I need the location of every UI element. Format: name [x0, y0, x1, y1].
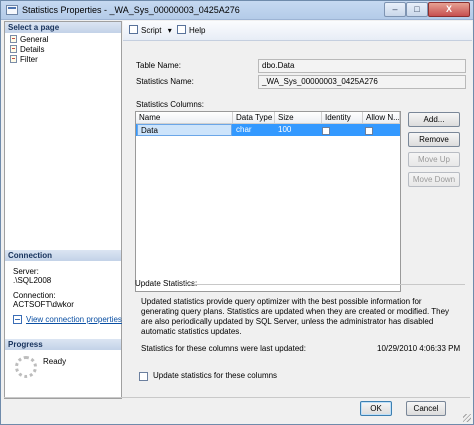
cancel-button[interactable]: Cancel [406, 401, 446, 416]
identity-checkbox[interactable] [322, 127, 330, 135]
connection-label: Connection: [13, 291, 56, 300]
chevron-down-icon[interactable]: ▾ [168, 26, 172, 35]
column-header-data-type[interactable]: Data Type [233, 112, 275, 124]
toolbar: Script ▾ Help [123, 21, 472, 41]
table-name-label: Table Name: [136, 61, 181, 70]
connection-heading: Connection [5, 250, 121, 261]
connection-value: ACTSOFT\dwkor [13, 300, 74, 309]
script-icon [129, 25, 138, 34]
cell-size[interactable]: 100 [275, 124, 322, 136]
window-icon [6, 5, 18, 15]
server-label: Server: [13, 267, 39, 276]
script-label: Script [141, 26, 162, 35]
help-button[interactable]: Help [177, 25, 205, 36]
footer-divider [4, 397, 470, 398]
remove-button[interactable]: Remove [408, 132, 460, 147]
progress-heading: Progress [5, 339, 121, 350]
page-icon [10, 45, 17, 53]
view-connection-properties-label: View connection properties [26, 315, 122, 324]
page-item-details[interactable]: Details [10, 45, 44, 55]
statistics-name-field[interactable]: _WA_Sys_00000003_0425A276 [258, 75, 466, 89]
allow-nulls-checkbox[interactable] [365, 127, 373, 135]
group-divider [183, 284, 465, 285]
cell-data-type[interactable]: char [233, 124, 275, 136]
close-button[interactable]: X [428, 2, 470, 17]
page-item-filter[interactable]: Filter [10, 55, 38, 65]
page-item-label: Details [20, 45, 45, 54]
move-down-button[interactable]: Move Down [408, 172, 460, 187]
last-updated-label: Statistics for these columns were last u… [141, 344, 306, 353]
add-button[interactable]: Add... [408, 112, 460, 127]
connection-properties-icon [13, 315, 22, 324]
last-updated-value: 10/29/2010 4:06:33 PM [377, 344, 461, 353]
maximize-button[interactable]: □ [406, 2, 428, 17]
column-header-allow-nulls[interactable]: Allow N... [363, 112, 400, 124]
help-label: Help [189, 26, 206, 35]
help-icon [177, 25, 186, 34]
statistics-properties-dialog: Statistics Properties - _WA_Sys_00000003… [0, 0, 474, 425]
column-header-size[interactable]: Size [275, 112, 322, 124]
statistics-columns-grid[interactable]: Name Data Type Size Identity Allow N... … [135, 111, 401, 292]
page-item-general[interactable]: General [10, 35, 48, 45]
general-page: Table Name: dbo.Data Statistics Name: _W… [123, 42, 472, 399]
move-up-button[interactable]: Move Up [408, 152, 460, 167]
view-connection-properties-link[interactable]: View connection properties [13, 315, 122, 324]
select-page-heading: Select a page [5, 22, 121, 33]
statistics-columns-label: Statistics Columns: [136, 100, 205, 109]
left-panel: Select a page General Details Filter Con… [4, 21, 122, 399]
server-value: .\SQL2008 [13, 276, 52, 285]
title-bar[interactable]: Statistics Properties - _WA_Sys_00000003… [1, 1, 473, 20]
page-item-label: General [20, 35, 49, 44]
update-statistics-description: Updated statistics provide query optimiz… [141, 297, 450, 336]
ok-button[interactable]: OK [360, 401, 392, 416]
update-statistics-checkbox-label[interactable]: Update statistics for these columns [153, 371, 277, 381]
progress-spinner-icon [15, 356, 37, 378]
page-item-label: Filter [20, 55, 38, 64]
page-icon [10, 55, 17, 63]
cell-name[interactable]: Data [137, 124, 232, 136]
page-icon [10, 35, 17, 43]
column-header-identity[interactable]: Identity [322, 112, 363, 124]
window-title: Statistics Properties - _WA_Sys_00000003… [22, 5, 240, 15]
resize-grip-icon[interactable] [463, 414, 471, 422]
minimize-button[interactable]: – [384, 2, 406, 17]
script-button[interactable]: Script ▾ [129, 25, 172, 36]
progress-status: Ready [43, 357, 67, 366]
table-name-field[interactable]: dbo.Data [258, 59, 466, 73]
column-header-name[interactable]: Name [136, 112, 233, 124]
statistics-name-label: Statistics Name: [136, 77, 194, 86]
update-statistics-checkbox[interactable] [139, 372, 148, 381]
